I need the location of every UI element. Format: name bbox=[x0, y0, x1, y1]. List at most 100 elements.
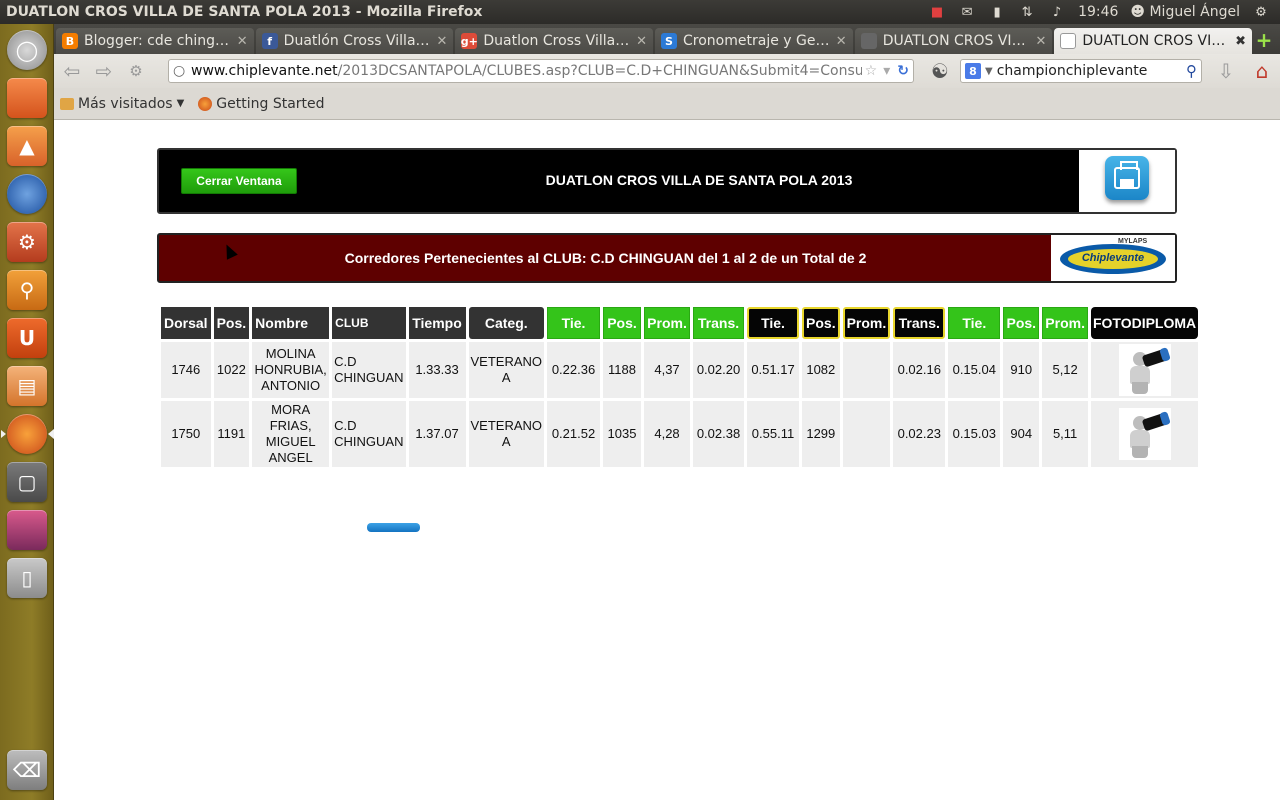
google-icon[interactable]: 8 bbox=[965, 63, 981, 79]
dropdown-icon[interactable]: ▾ bbox=[880, 63, 893, 79]
files-icon[interactable] bbox=[7, 78, 47, 118]
logo-brand: MYLAPS bbox=[1118, 238, 1148, 245]
tab-label: Blogger: cde chingu... bbox=[84, 33, 231, 49]
impress-icon[interactable]: ▤ bbox=[7, 366, 47, 406]
tab-facebook[interactable]: f Duatlón Cross Villa ... ✕ bbox=[255, 28, 454, 54]
pagination-bar[interactable] bbox=[367, 523, 420, 532]
bookmark-star-icon[interactable]: ☆ bbox=[862, 63, 881, 79]
usb-icon[interactable]: ▯ bbox=[7, 558, 47, 598]
tab-label: Duatlón Cross Villa ... bbox=[283, 33, 431, 49]
col-pos-1: Pos. bbox=[603, 307, 642, 339]
tab-label: DUATLON CROS VIL... bbox=[882, 33, 1030, 49]
url-text[interactable]: www.chiplevante.net/2013DCSANTAPOLA/CLUB… bbox=[191, 63, 862, 79]
mail-icon[interactable]: ✉ bbox=[958, 5, 976, 20]
addon-icon[interactable]: ☯ bbox=[924, 59, 956, 83]
close-window-button[interactable]: Cerrar Ventana bbox=[181, 168, 297, 194]
photo-diploma-icon[interactable] bbox=[1118, 344, 1171, 396]
user-menu[interactable]: ☻ Miguel Ángel bbox=[1130, 4, 1240, 20]
dash-icon[interactable]: ◯ bbox=[7, 30, 47, 70]
system-tray: ■ ✉ ▮ ⇅ ♪ 19:46 ☻ Miguel Ángel ⚙ bbox=[928, 4, 1280, 20]
gear-icon[interactable]: ⚙ bbox=[1252, 5, 1270, 20]
tab-duatlon-active[interactable]: DUATLON CROS VIL... ✖ bbox=[1054, 28, 1253, 54]
bookmarks-bar: Más visitados ▼ Getting Started bbox=[54, 88, 1280, 120]
close-icon[interactable]: ✕ bbox=[836, 34, 847, 49]
cell-dorsal: 1750 bbox=[161, 401, 211, 467]
reload-icon[interactable]: ↻ bbox=[893, 63, 913, 79]
page-icon bbox=[1060, 33, 1077, 49]
cell-pos: 1191 bbox=[213, 401, 250, 467]
tab-duatlon-1[interactable]: DUATLON CROS VIL... ✕ bbox=[854, 28, 1053, 54]
volume-icon[interactable]: ♪ bbox=[1048, 5, 1066, 20]
search-box[interactable]: 8 ▼ championchiplevante ⚲ bbox=[960, 59, 1202, 83]
search-input[interactable]: championchiplevante bbox=[993, 63, 1186, 79]
workspace-icon[interactable]: ▢ bbox=[7, 462, 47, 502]
event-title: DUATLON CROS VILLA DE SANTA POLA 2013 bbox=[545, 172, 853, 188]
battery-icon[interactable]: ▮ bbox=[988, 5, 1006, 20]
print-button[interactable] bbox=[1105, 156, 1149, 200]
download-icon[interactable]: ⇩ bbox=[1210, 59, 1242, 83]
event-header: Cerrar Ventana DUATLON CROS VILLA DE SAN… bbox=[157, 148, 1177, 214]
cell-pos-1: 1188 bbox=[603, 342, 642, 398]
folder-icon bbox=[60, 97, 74, 110]
figure-legs bbox=[1131, 446, 1148, 458]
cell-categ: VETERANO A bbox=[468, 401, 545, 467]
col-pos: Pos. bbox=[213, 307, 250, 339]
google-plus-icon: g+ bbox=[460, 33, 478, 49]
search-icon[interactable]: ⚲ bbox=[1186, 62, 1201, 80]
chiplevante-logo: Chiplevante MYLAPS bbox=[1058, 238, 1168, 278]
col-dorsal: Dorsal bbox=[161, 307, 211, 339]
firefox-icon[interactable] bbox=[7, 414, 47, 454]
trash-icon[interactable]: ⌫ bbox=[7, 750, 47, 790]
figure-legs bbox=[1131, 382, 1148, 394]
print-panel bbox=[1079, 150, 1175, 212]
clock[interactable]: 19:46 bbox=[1078, 4, 1118, 20]
image-viewer-icon[interactable] bbox=[7, 510, 47, 550]
back-button[interactable]: ⇦ bbox=[56, 59, 88, 83]
close-icon[interactable]: ✖ bbox=[1235, 34, 1246, 49]
window-title: DUATLON CROS VILLA DE SANTA POLA 2013 - … bbox=[6, 4, 483, 20]
table-row: 1750 1191 MORA FRIAS, MIGUEL ANGEL C.D C… bbox=[161, 401, 1199, 467]
url-bar[interactable]: ○ www.chiplevante.net/2013DCSANTAPOLA/CL… bbox=[168, 59, 914, 83]
home-icon[interactable]: ⌂ bbox=[1246, 59, 1278, 83]
col-tiempo: Tiempo bbox=[408, 307, 466, 339]
tab-google-plus[interactable]: g+ Duatlon Cross Villa ... ✕ bbox=[455, 28, 654, 54]
close-icon[interactable]: ✕ bbox=[636, 34, 647, 49]
bookmark-most-visited[interactable]: Más visitados ▼ bbox=[60, 96, 184, 112]
forward-button[interactable]: ⇨ bbox=[88, 59, 120, 83]
cell-prom-3: 5,11 bbox=[1042, 401, 1088, 467]
cell-prom-2 bbox=[842, 342, 891, 398]
cell-nombre: MOLINA HONRUBIA, ANTONIO bbox=[252, 342, 330, 398]
close-icon[interactable]: ✕ bbox=[436, 34, 447, 49]
cell-pos-2: 1082 bbox=[802, 342, 840, 398]
cell-trans-1: 0.02.20 bbox=[693, 342, 745, 398]
ubuntu-one-icon[interactable]: U bbox=[7, 318, 47, 358]
thunderbird-icon[interactable] bbox=[7, 174, 47, 214]
network-icon[interactable]: ⇅ bbox=[1018, 5, 1036, 20]
lock-icon[interactable]: ■ bbox=[928, 5, 946, 20]
photo-diploma-icon[interactable] bbox=[1118, 408, 1171, 460]
col-trans-1: Trans. bbox=[693, 307, 745, 339]
bookmark-label: Más visitados bbox=[78, 95, 173, 112]
search-icon[interactable]: ⚲ bbox=[7, 270, 47, 310]
col-tie-3: Tie. bbox=[948, 307, 1001, 339]
chevron-down-icon[interactable]: ▼ bbox=[985, 66, 993, 77]
tab-blogger[interactable]: B Blogger: cde chingu... ✕ bbox=[56, 28, 254, 54]
printer-icon bbox=[1114, 161, 1140, 189]
tab-label: Cronometraje y Ges... bbox=[683, 33, 830, 49]
close-icon[interactable]: ✕ bbox=[237, 34, 248, 49]
bookmark-getting-started[interactable]: Getting Started bbox=[198, 96, 325, 112]
globe-icon: ○ bbox=[173, 63, 186, 79]
cell-tie-1: 0.22.36 bbox=[547, 342, 601, 398]
new-tab-button[interactable]: + bbox=[1254, 28, 1274, 52]
page-content: Cerrar Ventana DUATLON CROS VILLA DE SAN… bbox=[54, 121, 1280, 800]
cell-pos-3: 910 bbox=[1003, 342, 1040, 398]
col-prom-2: Prom. bbox=[842, 307, 891, 339]
history-button[interactable]: ⚙ bbox=[120, 59, 152, 83]
foto-cell bbox=[1093, 408, 1196, 460]
settings-icon[interactable]: ⚙ bbox=[7, 222, 47, 262]
tab-cronometraje[interactable]: S Cronometraje y Ges... ✕ bbox=[655, 28, 853, 54]
close-icon[interactable]: ✕ bbox=[1035, 34, 1046, 49]
navigation-bar: ⇦ ⇨ ⚙ ○ www.chiplevante.net/2013DCSANTAP… bbox=[54, 54, 1280, 88]
col-pos-3: Pos. bbox=[1003, 307, 1040, 339]
software-center-icon[interactable]: ▲ bbox=[7, 126, 47, 166]
